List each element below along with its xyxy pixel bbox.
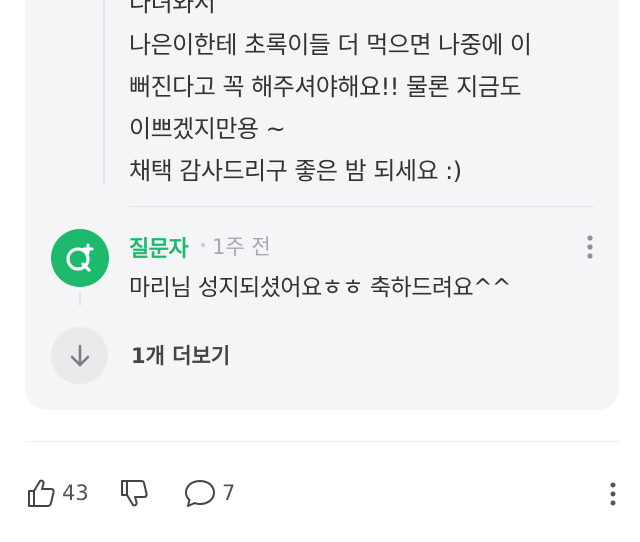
question-mark-plus-icon: [66, 243, 94, 272]
comment-button[interactable]: 7: [183, 475, 235, 511]
separator-dot: [201, 243, 205, 247]
like-count: 43: [62, 481, 89, 505]
avatar[interactable]: [51, 229, 109, 287]
more-vertical-icon: [587, 235, 593, 259]
comment-body: 마리님 성지되셨어요ㅎㅎ 축하드려요^^: [129, 275, 511, 301]
comment-divider: [129, 206, 594, 207]
comment-more-button[interactable]: [580, 233, 600, 263]
more-vertical-icon: [610, 482, 616, 506]
post-more-button[interactable]: [602, 478, 624, 510]
like-button[interactable]: 43: [25, 475, 89, 511]
arrow-down-icon: [70, 344, 89, 366]
thumbs-up-icon: [28, 479, 55, 507]
post-actions-bar: 43 7: [25, 475, 630, 511]
reply-line: 나은이한테 초록이들 더 먹으면 나중에 이: [129, 31, 532, 59]
comment-count: 7: [222, 481, 236, 505]
dislike-button[interactable]: [118, 475, 150, 511]
reply-line: 이쁘겠지만용 ~: [129, 115, 286, 143]
reply-line: 뻐진다고 꼭 해주셔야해요!! 물론 지금도: [129, 73, 522, 101]
speech-bubble-icon: [185, 480, 215, 507]
comment-author[interactable]: 질문자: [129, 231, 189, 263]
thumbs-down-icon: [121, 480, 148, 507]
reply-line: 다녀와서: [129, 0, 216, 17]
thread-line: [79, 292, 81, 306]
thread-line: [103, 0, 105, 185]
reply-line: 채택 감사드리구 좋은 밤 되세요 :): [129, 157, 462, 185]
comment-time: 1주 전: [212, 235, 271, 259]
reply-body: 다녀와서 나은이한테 초록이들 더 먹으면 나중에 이 뻐진다고 꼭 해주셔야해…: [129, 0, 599, 192]
load-more-label[interactable]: 1개 더보기: [131, 340, 230, 370]
load-more-button[interactable]: [51, 327, 108, 384]
section-divider: [25, 441, 620, 442]
